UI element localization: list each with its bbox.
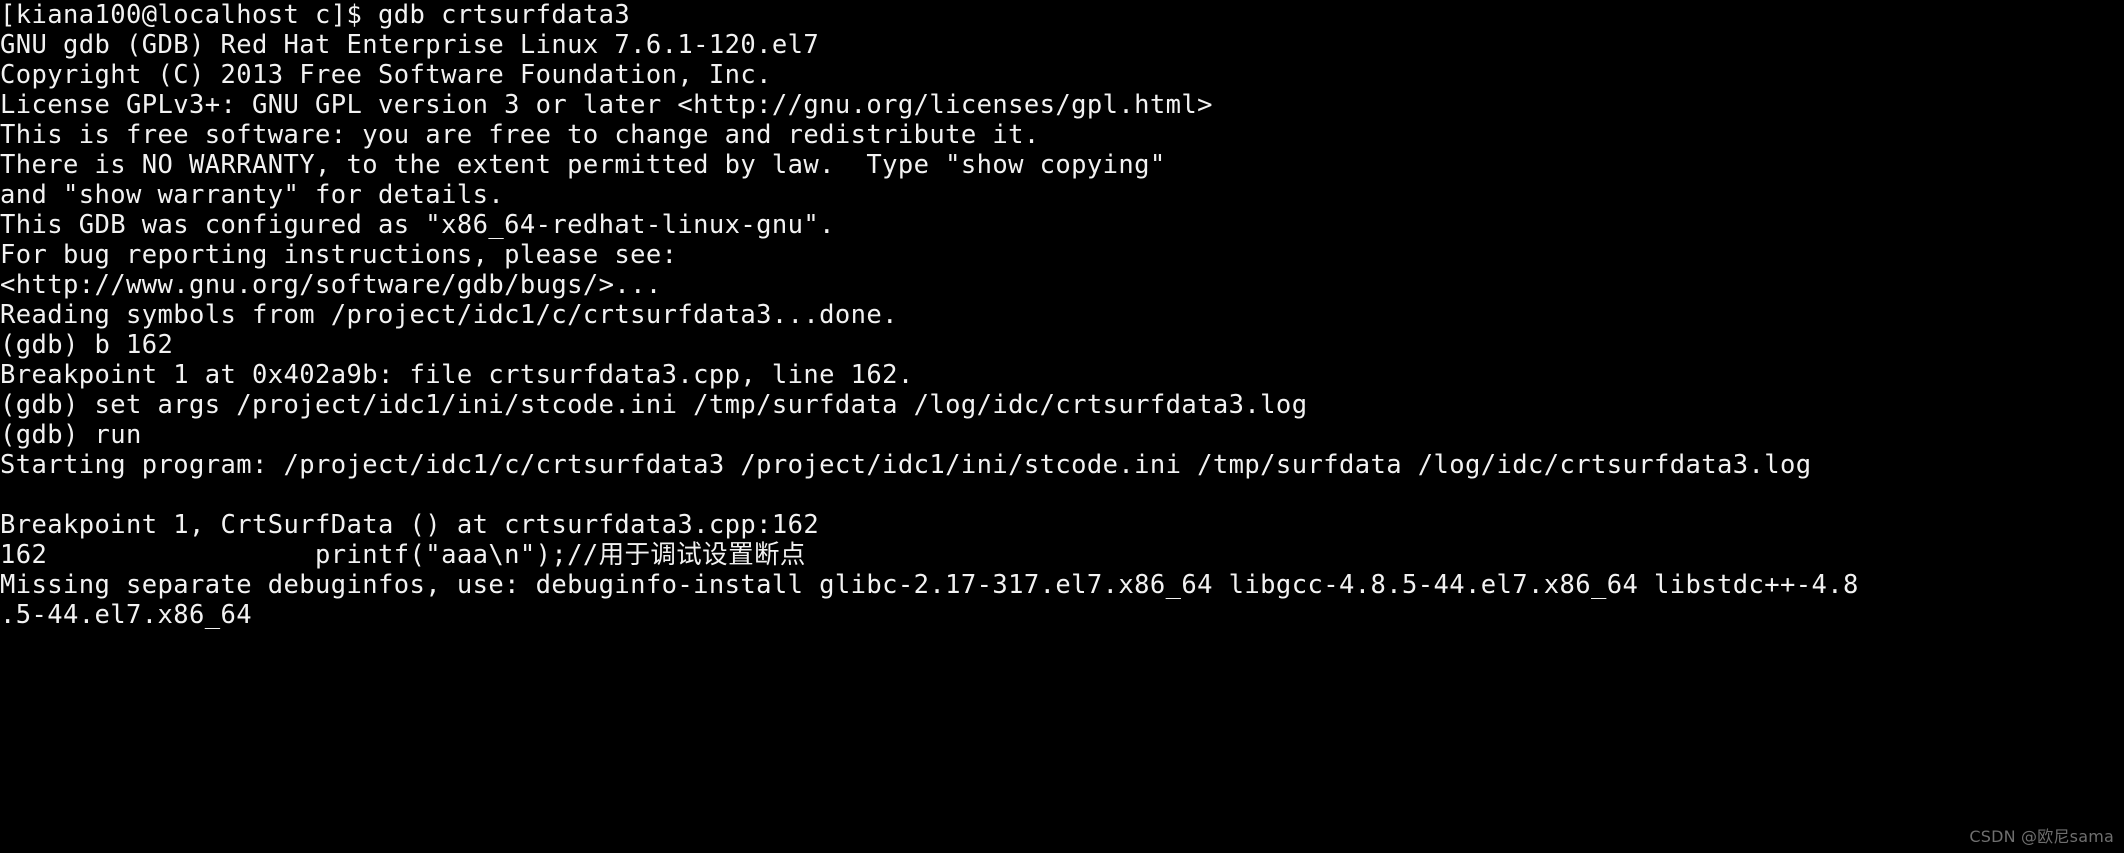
terminal-line-show-warranty: and "show warranty" for details. — [0, 180, 505, 210]
terminal-line-license: License GPLv3+: GNU GPL version 3 or lat… — [0, 90, 1213, 120]
terminal-line-configured-as: This GDB was configured as "x86_64-redha… — [0, 210, 835, 240]
terminal-line-breakpoint-set: Breakpoint 1 at 0x402a9b: file crtsurfda… — [0, 360, 914, 390]
terminal-line-missing-debuginfos: Missing separate debuginfos, use: debugi… — [0, 570, 1859, 600]
terminal-line-cmd-run: (gdb) run — [0, 420, 142, 450]
terminal-window[interactable]: [kiana100@localhost c]$ gdb crtsurfdata3… — [0, 0, 2124, 853]
terminal-line-starting-program: Starting program: /project/idc1/c/crtsur… — [0, 450, 1812, 480]
terminal-line-source-line-162: 162 printf("aaa\n");//用于调试设置断点 — [0, 540, 806, 570]
terminal-line-breakpoint-hit: Breakpoint 1, CrtSurfData () at crtsurfd… — [0, 510, 820, 540]
terminal-line-gdb-version: GNU gdb (GDB) Red Hat Enterprise Linux 7… — [0, 30, 820, 60]
terminal-line-bug-url: <http://www.gnu.org/software/gdb/bugs/>.… — [0, 270, 662, 300]
terminal-line-bug-reporting: For bug reporting instructions, please s… — [0, 240, 678, 270]
terminal-line-cmd-break: (gdb) b 162 — [0, 330, 174, 360]
terminal-line-prompt-gdb-launch: [kiana100@localhost c]$ gdb crtsurfdata3 — [0, 0, 631, 30]
terminal-line-cmd-set-args: (gdb) set args /project/idc1/ini/stcode.… — [0, 390, 1308, 420]
terminal-line-reading-symbols: Reading symbols from /project/idc1/c/crt… — [0, 300, 898, 330]
terminal-line-blank-1 — [0, 480, 2124, 510]
csdn-watermark: CSDN @欧尼sama — [1969, 827, 2114, 846]
terminal-line-copyright: Copyright (C) 2013 Free Software Foundat… — [0, 60, 772, 90]
terminal-line-missing-debuginfos-wrap: .5-44.el7.x86_64 — [0, 600, 253, 630]
terminal-line-no-warranty: There is NO WARRANTY, to the extent perm… — [0, 150, 1166, 180]
terminal-line-free-software: This is free software: you are free to c… — [0, 120, 1040, 150]
